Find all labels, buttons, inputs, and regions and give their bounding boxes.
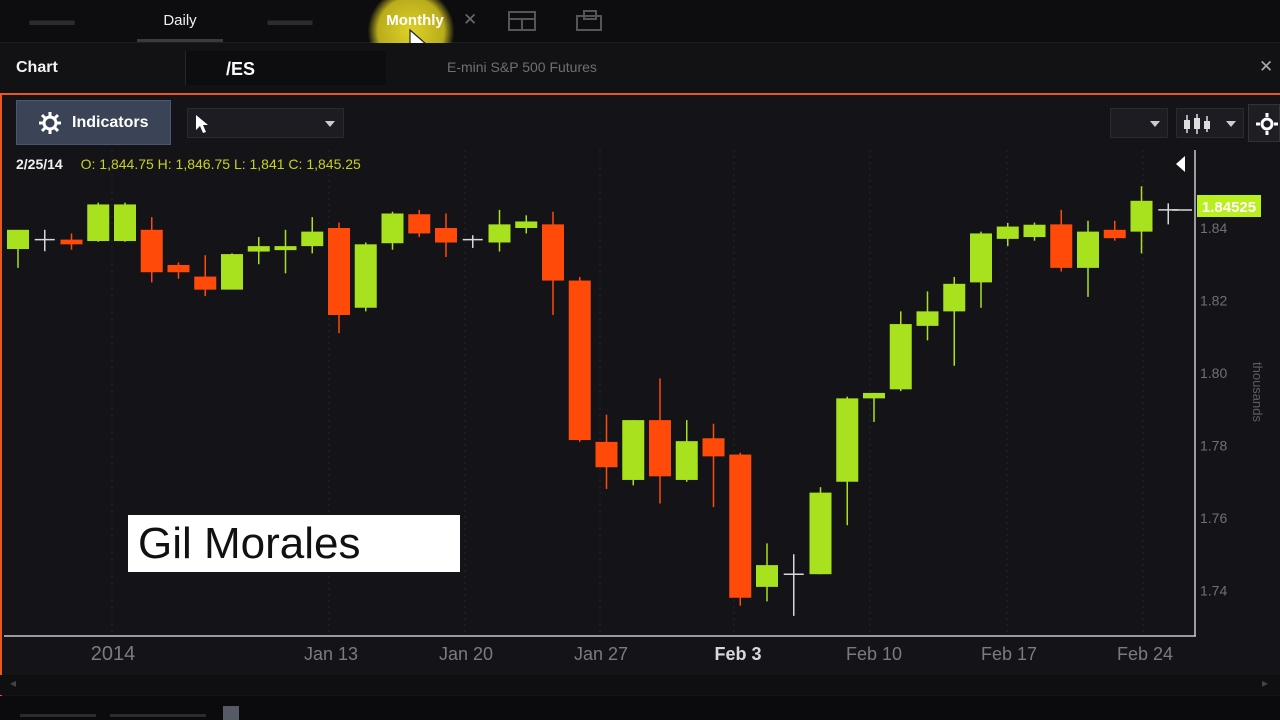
bottom-toolbar	[0, 696, 1280, 720]
tab-intraday[interactable]: ▬▬▬	[12, 0, 92, 42]
tab-bar: ▬▬▬ Daily ▬▬▬ Monthly ✕	[0, 0, 1280, 72]
chart-settings-button[interactable]	[1248, 104, 1280, 142]
ohlc-readout: 2/25/14 O: 1,844.75 H: 1,846.75 L: 1,841…	[16, 156, 361, 172]
ohlc-date: 2/25/14	[16, 156, 63, 172]
chart-panel	[0, 95, 1280, 720]
ohlc-values: O: 1,844.75 H: 1,846.75 L: 1,841 C: 1,84…	[80, 156, 361, 172]
candlestick-icon	[1184, 114, 1210, 134]
indicators-label: Indicators	[72, 114, 149, 131]
chevron-down-icon	[1150, 121, 1160, 127]
chart-type-dropdown[interactable]	[1176, 108, 1244, 138]
watermark-label: Gil Morales	[128, 515, 460, 572]
window-layout-icon[interactable]	[576, 10, 604, 32]
drawing-dropdown[interactable]	[1110, 108, 1168, 138]
bottom-square-icon[interactable]	[223, 706, 239, 720]
bottom-tab-2[interactable]	[110, 714, 206, 717]
tab-daily[interactable]: Daily	[135, 0, 225, 42]
close-icon[interactable]: ✕	[1259, 57, 1273, 77]
chart-scrollbar[interactable]: ◂ ▸	[0, 675, 1280, 695]
chart-header: Chart /ES E-mini S&P 500 Futures ✕	[0, 43, 1280, 95]
symbol-input[interactable]: /ES	[185, 51, 386, 85]
tab-weekly[interactable]: ▬▬▬	[250, 0, 330, 42]
chevron-down-icon	[1226, 121, 1236, 127]
scroll-left-icon[interactable]: ◂	[10, 676, 16, 690]
gear-icon	[1256, 113, 1278, 135]
split-layout-icon[interactable]	[508, 10, 536, 32]
scroll-right-icon[interactable]: ▸	[1262, 676, 1268, 690]
page-title: Chart	[16, 59, 58, 76]
tab-close-icon[interactable]: ✕	[463, 10, 477, 30]
gear-icon	[39, 112, 61, 134]
symbol-value: /ES	[226, 59, 256, 79]
chevron-down-icon	[325, 121, 335, 127]
symbol-description: E-mini S&P 500 Futures	[447, 59, 597, 75]
cursor-mode-dropdown[interactable]	[187, 108, 344, 138]
arrow-cursor-icon	[196, 115, 208, 133]
indicators-button[interactable]: Indicators	[16, 100, 171, 145]
bottom-tab-1[interactable]	[20, 714, 96, 717]
